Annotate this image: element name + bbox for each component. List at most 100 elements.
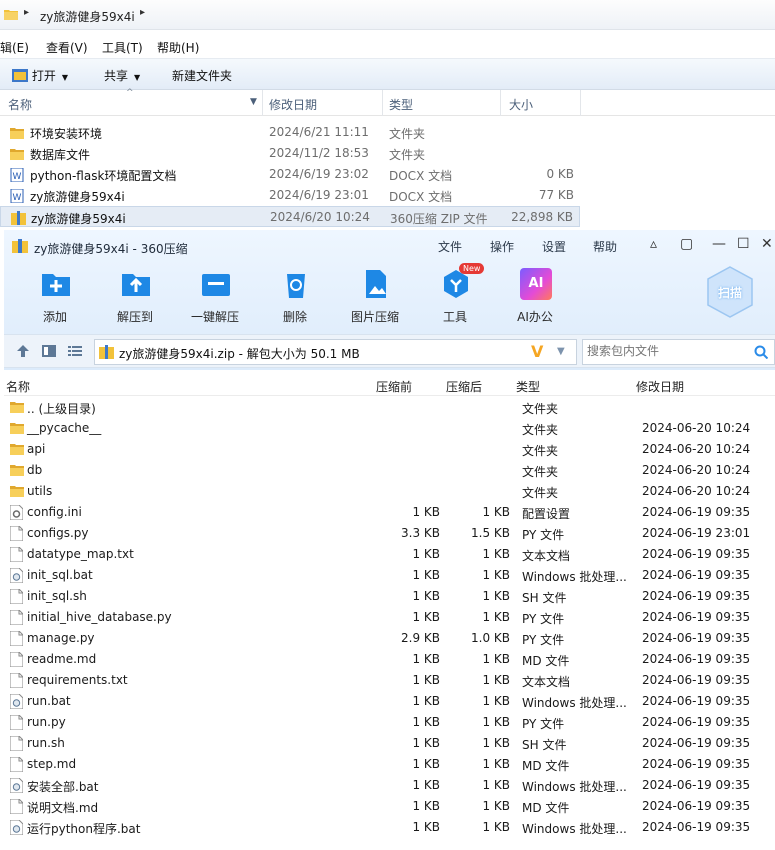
chevron-down-icon: ▼ — [134, 73, 141, 82]
address-bar[interactable]: ▸ zy旅游健身59x4i ▸ — [0, 0, 775, 30]
column-name[interactable]: 名称 — [6, 378, 30, 395]
tools-button[interactable]: 工具 — [418, 268, 492, 328]
sort-arrow-icon: ^ — [126, 88, 134, 98]
column-type[interactable]: 类型 — [516, 378, 540, 395]
archive-row[interactable]: 说明文档.md 1 KB 1 KB MD 文件 2024-06-19 09:35 — [4, 796, 775, 817]
entry-date: 2024-06-19 09:35 — [642, 547, 751, 561]
close-icon[interactable]: ✕ — [761, 236, 773, 252]
menu-help[interactable]: 帮助 — [593, 238, 617, 255]
menu-edit[interactable]: 辑(E) — [0, 39, 29, 56]
entry-date: 2024-06-20 10:24 — [642, 463, 751, 477]
delete-button[interactable]: 删除 — [258, 268, 332, 328]
archive-row[interactable]: run.sh 1 KB 1 KB SH 文件 2024-06-19 09:35 — [4, 733, 775, 754]
up-arrow-icon[interactable] — [16, 345, 30, 357]
chevron-down-icon[interactable]: ▼ — [557, 346, 565, 357]
maximize-icon[interactable]: ☐ — [737, 236, 750, 252]
file-row[interactable]: zy旅游健身59x4i 2024/6/20 10:24 360压缩 ZIP 文件 22… — [0, 206, 580, 227]
column-name[interactable]: 名称 — [8, 96, 32, 113]
entry-name: run.bat — [27, 694, 71, 708]
one-click-extract-button[interactable]: 一键解压 — [178, 268, 252, 328]
column-date[interactable]: 修改日期 — [269, 96, 317, 113]
archive-row[interactable]: initial_hive_database.py 1 KB 1 KB PY 文件 202… — [4, 607, 775, 628]
open-label: 打开 — [31, 69, 56, 83]
archive-row[interactable]: .. (上级目录) 文件夹 — [4, 397, 775, 418]
file-icon — [9, 525, 24, 542]
menu-settings[interactable]: 设置 — [542, 238, 566, 255]
svg-text:W: W — [13, 172, 22, 182]
skin-icon[interactable]: ▵ — [650, 236, 657, 252]
delete-label: 删除 — [282, 310, 307, 324]
archive-row[interactable]: run.py 1 KB 1 KB PY 文件 2024-06-19 09:35 — [4, 712, 775, 733]
entry-size-before: 1 KB — [412, 652, 440, 666]
entry-name: utils — [27, 484, 53, 498]
entry-type: PY 文件 — [522, 528, 565, 542]
search-icon[interactable] — [754, 345, 768, 359]
archive-row[interactable]: 安装全部.bat 1 KB 1 KB Windows 批处理... 2024-06-19… — [4, 775, 775, 796]
entry-name: readme.md — [27, 652, 97, 666]
image-compress-button[interactable]: 图片压缩 — [338, 268, 412, 328]
archive-row[interactable]: run.bat 1 KB 1 KB Windows 批处理... 2024-06-19 … — [4, 691, 775, 712]
extract-to-button[interactable]: 解压到 — [98, 268, 172, 328]
image-compress-label: 图片压缩 — [350, 310, 399, 324]
archive-row[interactable]: readme.md 1 KB 1 KB MD 文件 2024-06-19 09:35 — [4, 649, 775, 670]
path-field[interactable]: zy旅游健身59x4i.zip - 解包大小为 50.1 MB V ▼ — [94, 339, 577, 365]
chevron-right-icon[interactable]: ▸ — [24, 7, 29, 18]
entry-size-after: 1 KB — [482, 505, 510, 519]
detail-view-icon[interactable] — [68, 345, 82, 357]
feedback-icon[interactable]: ▢ — [680, 236, 693, 252]
menu-operations[interactable]: 操作 — [490, 238, 514, 255]
new-folder-label: 新建文件夹 — [172, 69, 233, 83]
add-button[interactable]: 添加 — [18, 268, 92, 328]
menu-file[interactable]: 文件 — [438, 238, 462, 255]
archive-row[interactable]: init_sql.sh 1 KB 1 KB SH 文件 2024-06-19 09:35 — [4, 586, 775, 607]
column-after[interactable]: 压缩后 — [446, 378, 482, 395]
explorer-window: ▸ zy旅游健身59x4i ▸ 辑(E) 查看(V) 工具(T) 帮助(H) 打… — [0, 0, 775, 240]
chevron-down-icon[interactable]: ▼ — [250, 97, 257, 107]
entry-size-after: 1 KB — [482, 610, 510, 624]
archive-row[interactable]: step.md 1 KB 1 KB MD 文件 2024-06-19 09:35 — [4, 754, 775, 775]
menu-tools[interactable]: 工具(T) — [102, 39, 143, 56]
thumbnail-view-icon[interactable] — [42, 345, 56, 357]
file-row[interactable]: 数据库文件 2024/11/2 18:53 文件夹 — [0, 143, 580, 164]
breadcrumb[interactable]: zy旅游健身59x4i — [40, 8, 135, 25]
open-button[interactable]: 打开 ▼ — [12, 67, 68, 84]
new-folder-button[interactable]: 新建文件夹 — [172, 67, 232, 84]
archive-row[interactable]: configs.py 3.3 KB 1.5 KB PY 文件 2024-06-19 23… — [4, 523, 775, 544]
archive-row[interactable]: db 文件夹 2024-06-20 10:24 — [4, 460, 775, 481]
column-date[interactable]: 修改日期 — [636, 378, 684, 395]
archive-row[interactable]: manage.py 2.9 KB 1.0 KB PY 文件 2024-06-19 09:… — [4, 628, 775, 649]
entry-name: manage.py — [27, 631, 95, 645]
archive-row[interactable]: 运行python程序.bat 1 KB 1 KB Windows 批处理... 2024… — [4, 817, 775, 838]
menu-help[interactable]: 帮助(H) — [157, 39, 199, 56]
search-input[interactable] — [587, 344, 747, 358]
file-row[interactable]: Wpython-flask环境配置文档 2024/6/19 23:02 DOCX 文… — [0, 164, 580, 185]
zip-header: zy旅游健身59x4i - 360压缩 文件 操作 设置 帮助 ▵ ▢ — ☐ … — [4, 230, 775, 370]
menu-view[interactable]: 查看(V) — [46, 39, 88, 56]
file-type: DOCX 文档 — [389, 190, 453, 204]
entry-name: init_sql.bat — [27, 568, 93, 582]
archive-row[interactable]: init_sql.bat 1 KB 1 KB Windows 批处理... 2024-0… — [4, 565, 775, 586]
file-row[interactable]: 环境安装环境 2024/6/21 11:11 文件夹 — [0, 122, 580, 143]
archive-row[interactable]: datatype_map.txt 1 KB 1 KB 文本文档 2024-06-19 0… — [4, 544, 775, 565]
ai-office-button[interactable]: AI AI办公 — [498, 268, 572, 328]
file-row[interactable]: Wzy旅游健身59x4i 2024/6/19 23:01 DOCX 文档 77 KB — [0, 185, 580, 206]
column-size[interactable]: 大小 — [509, 96, 533, 113]
share-button[interactable]: 共享 ▼ — [104, 67, 140, 84]
minimize-icon[interactable]: — — [712, 236, 726, 252]
v-icon[interactable]: V — [531, 342, 543, 361]
entry-date: 2024-06-19 09:35 — [642, 799, 751, 813]
scan-button[interactable]: 扫描 — [706, 266, 754, 318]
column-type[interactable]: 类型 — [389, 96, 413, 113]
entry-name: .. (上级目录) — [27, 402, 96, 416]
archive-row[interactable]: config.ini 1 KB 1 KB 配置设置 2024-06-19 09:35 — [4, 502, 775, 523]
archive-row[interactable]: __pycache__ 文件夹 2024-06-20 10:24 — [4, 418, 775, 439]
entry-date: 2024-06-19 09:35 — [642, 673, 751, 687]
archive-row[interactable]: requirements.txt 1 KB 1 KB 文本文档 2024-06-19 0… — [4, 670, 775, 691]
entry-size-after: 1 KB — [482, 820, 510, 834]
chevron-right-icon[interactable]: ▸ — [140, 7, 145, 18]
file-icon — [9, 672, 24, 689]
column-before[interactable]: 压缩前 — [376, 378, 412, 395]
archive-row[interactable]: api 文件夹 2024-06-20 10:24 — [4, 439, 775, 460]
batch-file-icon — [9, 777, 24, 794]
archive-row[interactable]: utils 文件夹 2024-06-20 10:24 — [4, 481, 775, 502]
